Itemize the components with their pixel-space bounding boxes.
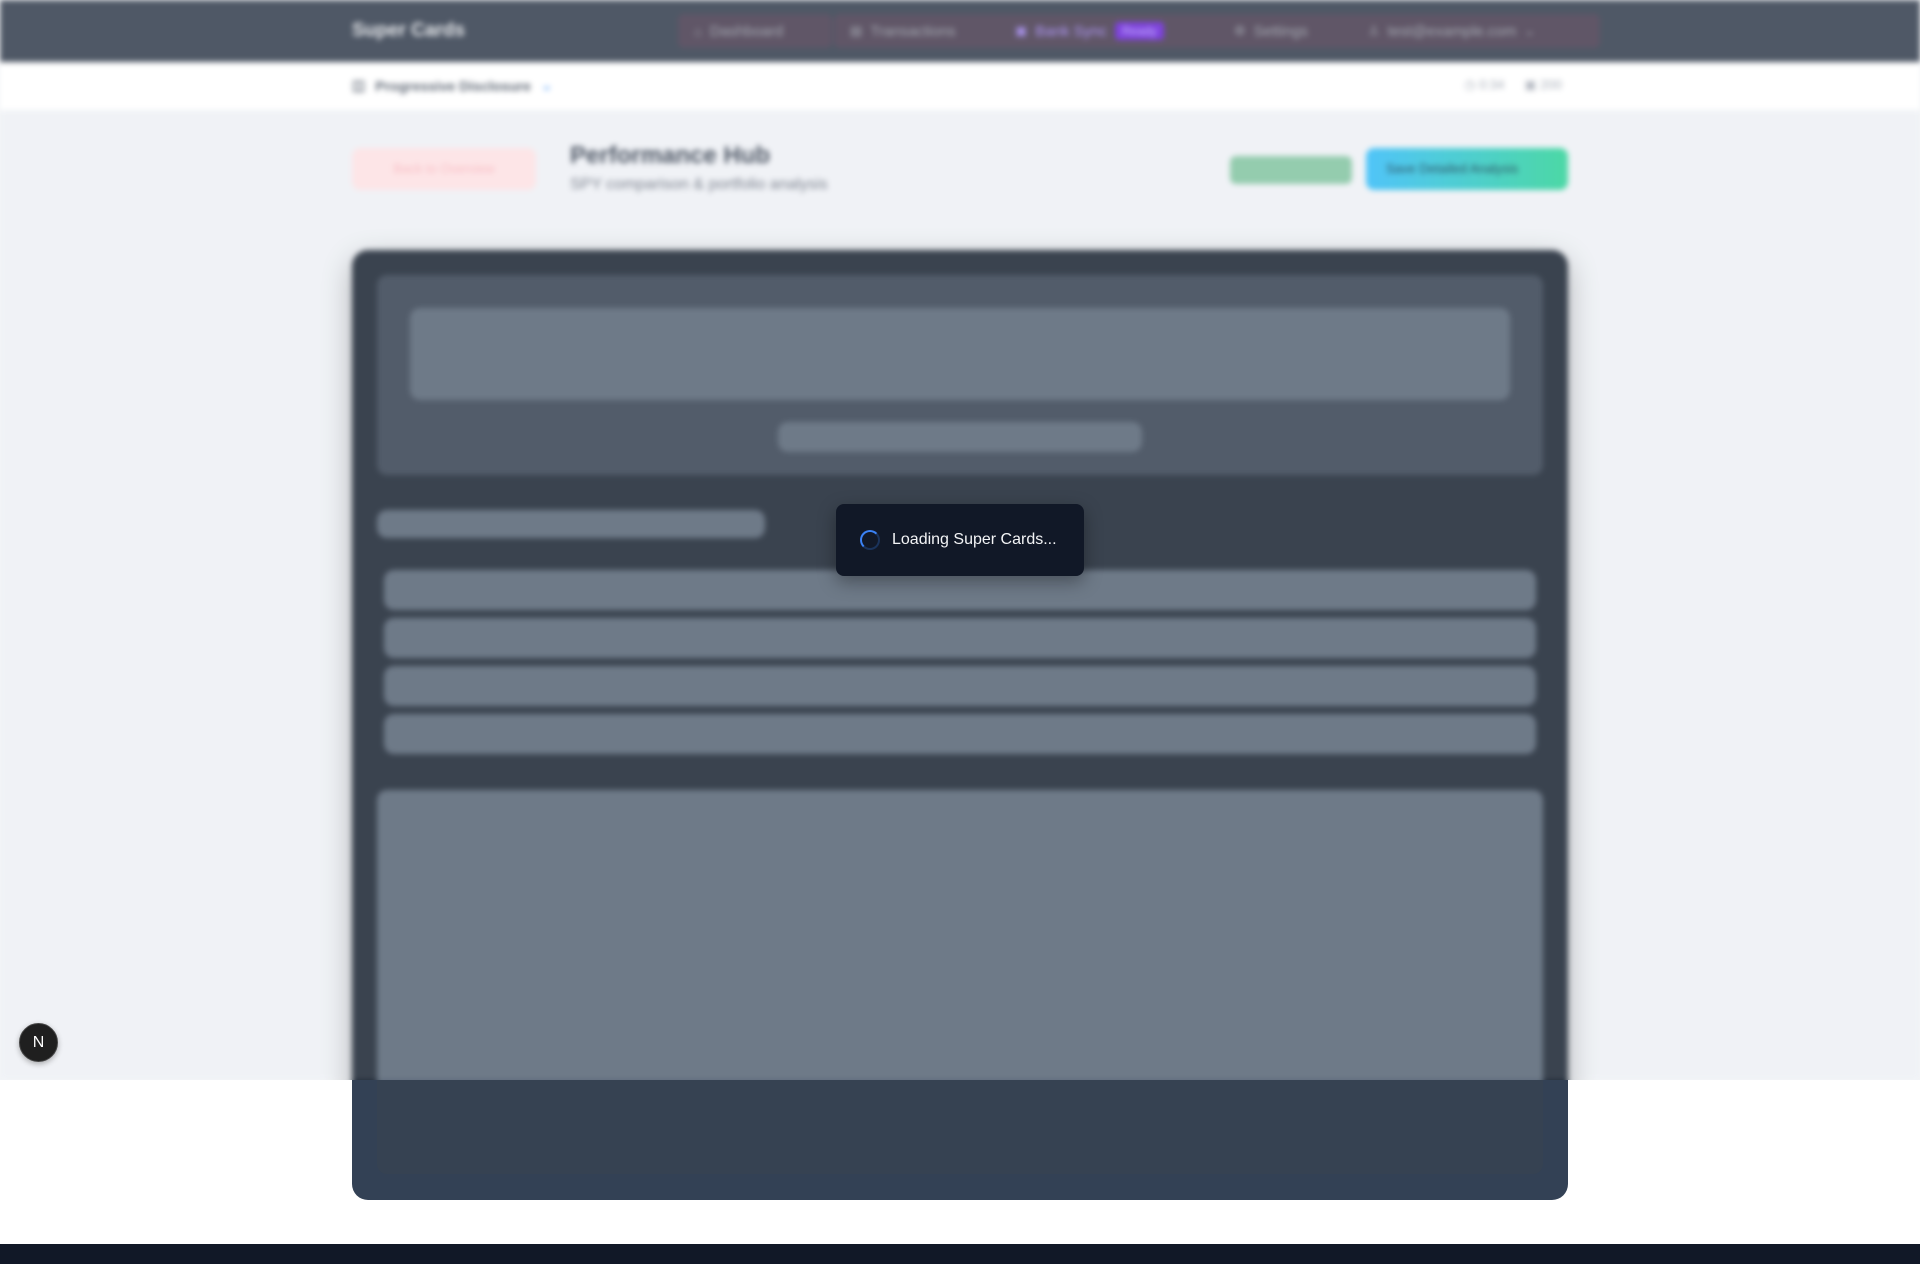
background-app: Super Cards ⌂ Dashboard ▤ Transactions ▣… [0,0,1920,1244]
loading-message: Loading Super Cards... [892,531,1057,548]
dev-tools-button[interactable]: N [19,1023,58,1062]
skeleton-chart-bottom [377,1080,1543,1174]
footer-bar [0,1244,1920,1264]
spinner-icon [860,530,880,550]
loading-toast: Loading Super Cards... [836,504,1084,576]
panel-lower-section [352,1080,1568,1200]
